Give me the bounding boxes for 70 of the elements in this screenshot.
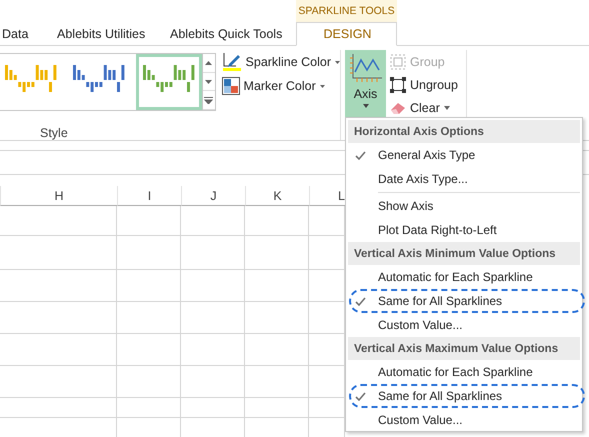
grid-cell[interactable] (0, 302, 117, 334)
grid-cell[interactable] (181, 398, 245, 418)
caret-icon (320, 84, 325, 88)
ungroup-icon (390, 76, 406, 92)
grid-cell[interactable] (245, 334, 309, 366)
contextual-tab-label: SPARKLINE TOOLS (296, 0, 397, 22)
menu-section-header: Horizontal Axis Options (348, 120, 580, 143)
axis-button[interactable]: Axis (345, 50, 386, 118)
grid-cell[interactable] (181, 270, 245, 302)
ribbon-tab[interactable]: DESIGN (296, 22, 397, 46)
column-header[interactable]: K (245, 186, 309, 206)
menu-item[interactable]: Same for All Sparklines (378, 389, 502, 403)
ribbon-button[interactable]: Ungroup (390, 75, 466, 94)
grid-cell[interactable] (245, 302, 309, 334)
grid-cell[interactable] (245, 366, 309, 398)
column-header[interactable]: I (117, 186, 181, 206)
grid-cell[interactable] (245, 270, 309, 302)
down-triangle-icon (205, 80, 212, 84)
grid-cell[interactable] (245, 398, 309, 418)
menu-item[interactable]: Show Axis (378, 199, 434, 213)
grid-cell[interactable] (117, 270, 181, 302)
grid-cell[interactable] (181, 206, 245, 236)
caret-icon (335, 60, 340, 64)
color-dropdown-button[interactable]: Sparkline Color (222, 53, 340, 71)
grid-cell[interactable] (117, 236, 181, 270)
menu-item[interactable]: Custom Value... (378, 318, 462, 332)
style-thumbnail[interactable] (136, 54, 202, 110)
grid-cell[interactable] (0, 398, 117, 418)
column-header[interactable]: J (181, 186, 245, 206)
grid-cell[interactable] (117, 398, 181, 418)
grid-cell[interactable] (181, 366, 245, 398)
column-header[interactable]: H (0, 186, 117, 206)
grid-cell[interactable] (0, 206, 117, 236)
grid-cell[interactable] (117, 366, 181, 398)
marker-color-icon (222, 77, 240, 95)
menu-item[interactable]: Custom Value... (378, 413, 462, 427)
menu-item[interactable]: General Axis Type (378, 148, 476, 162)
eraser-icon (390, 100, 406, 114)
grid-cell[interactable] (181, 236, 245, 270)
grid-cell[interactable] (181, 302, 245, 334)
ribbon-tab[interactable]: Ablebits Quick Tools (168, 22, 296, 46)
up-triangle-icon (205, 60, 212, 65)
ribbon-button[interactable]: Clear (390, 98, 466, 117)
group-label: Style (39, 126, 69, 140)
ribbon-tab[interactable]: Data (0, 22, 55, 46)
menu-item[interactable]: Plot Data Right-to-Left (378, 223, 497, 237)
grid-cell[interactable] (117, 334, 181, 366)
color-dropdown-button[interactable]: Marker Color (222, 77, 340, 95)
grid-cell[interactable] (245, 206, 309, 236)
expand-icon (204, 96, 214, 104)
menu-section-header: Vertical Axis Minimum Value Options (348, 242, 580, 265)
caret-icon (444, 106, 450, 110)
grid-cell[interactable] (117, 302, 181, 334)
grid-cell[interactable] (0, 236, 117, 270)
group-icon (390, 54, 406, 70)
ribbon-tab[interactable]: Ablebits Utilities (55, 22, 168, 46)
menu-section-header: Vertical Axis Maximum Value Options (348, 337, 580, 360)
grid-cell[interactable] (181, 334, 245, 366)
menu-item[interactable]: Automatic for Each Sparkline (378, 365, 533, 379)
grid-cell[interactable] (0, 334, 117, 366)
grid-cell[interactable] (0, 270, 117, 302)
grid-cell[interactable] (117, 206, 181, 236)
grid-cell[interactable] (0, 366, 117, 398)
menu-item[interactable]: Automatic for Each Sparkline (378, 270, 533, 284)
axis-chart-icon (348, 52, 382, 84)
grid-cell[interactable] (245, 236, 309, 270)
pencil-icon (222, 52, 242, 72)
menu-item[interactable]: Same for All Sparklines (378, 294, 502, 308)
menu-item[interactable]: Date Axis Type... (378, 172, 468, 186)
caret-icon (362, 104, 368, 108)
